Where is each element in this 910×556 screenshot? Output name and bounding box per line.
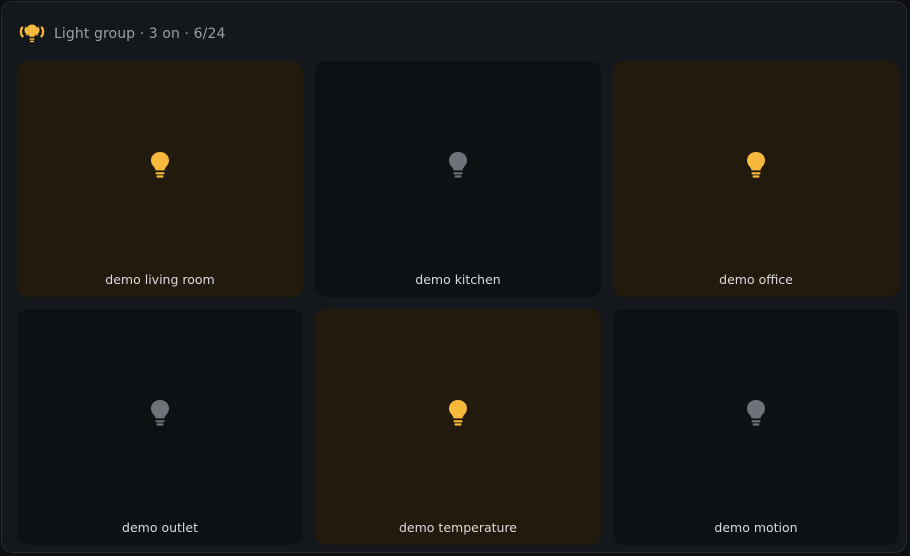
- light-group-card: Light group · 3 on · 6/24 demo living ro…: [1, 1, 907, 553]
- light-tile[interactable]: demo kitchen: [315, 61, 601, 297]
- light-tile[interactable]: demo temperature: [315, 309, 601, 545]
- light-name: demo motion: [714, 520, 798, 535]
- light-name: demo living room: [105, 272, 215, 287]
- light-group-icon: [19, 24, 45, 43]
- light-tile[interactable]: demo office: [613, 61, 899, 297]
- light-grid: demo living room demo kitchen demo offic…: [17, 61, 899, 545]
- card-header: Light group · 3 on · 6/24: [19, 22, 225, 46]
- lightbulb-icon: [447, 399, 469, 427]
- light-tile[interactable]: demo living room: [17, 61, 303, 297]
- lightbulb-icon: [149, 399, 171, 427]
- lightbulb-icon: [745, 399, 767, 427]
- light-name: demo kitchen: [415, 272, 501, 287]
- light-tile[interactable]: demo outlet: [17, 309, 303, 545]
- lightbulb-icon: [149, 151, 171, 179]
- light-name: demo temperature: [399, 520, 517, 535]
- card-title: Light group · 3 on · 6/24: [54, 26, 226, 42]
- light-name: demo outlet: [122, 520, 198, 535]
- lightbulb-icon: [745, 151, 767, 179]
- light-tile[interactable]: demo motion: [613, 309, 899, 545]
- light-name: demo office: [719, 272, 793, 287]
- lightbulb-icon: [447, 151, 469, 179]
